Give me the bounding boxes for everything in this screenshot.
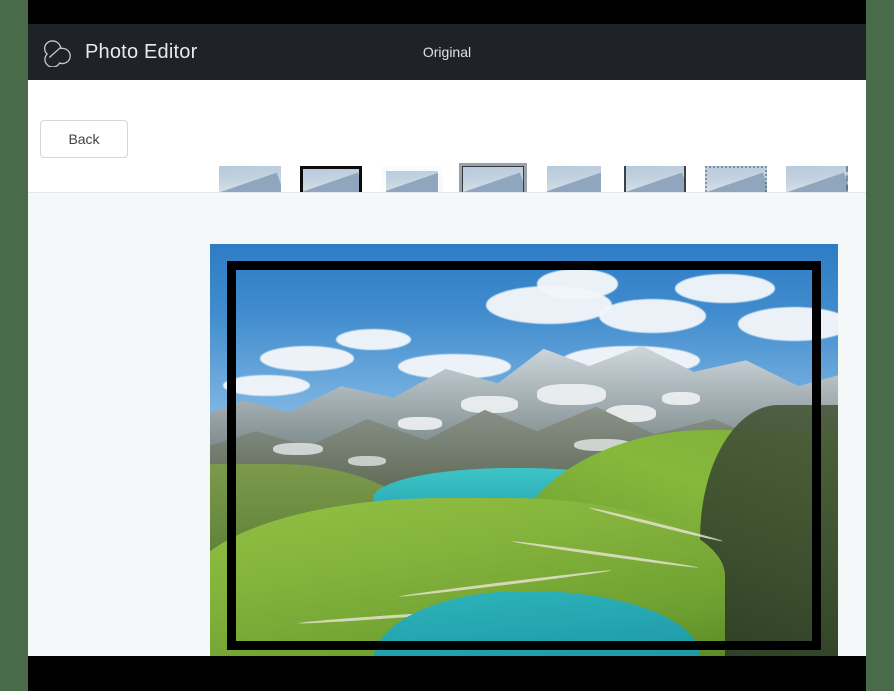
filter-thumb-preview xyxy=(458,163,527,192)
snow-patch xyxy=(536,383,606,405)
cloud xyxy=(674,273,776,304)
filter-thumb-image xyxy=(623,166,686,192)
cloud xyxy=(260,345,355,371)
app-title: Photo Editor xyxy=(85,40,198,63)
filter-style-overlay xyxy=(299,166,362,192)
filter-thumb-preview xyxy=(704,166,767,192)
filter-thumb-preview xyxy=(785,166,848,192)
filter-thumb-lumen[interactable]: Lumen xyxy=(371,166,452,192)
filter-thumb-preview xyxy=(380,166,443,192)
filter-thumb-noir[interactable]: Noir xyxy=(452,163,533,192)
edited-photo xyxy=(210,244,838,656)
filter-style-overlay xyxy=(380,166,443,192)
filter-thumb-image xyxy=(299,166,362,192)
filter-thumb-more[interactable] xyxy=(857,166,866,192)
filter-thumb-rima[interactable]: Rima xyxy=(695,166,776,192)
filter-style-overlay xyxy=(623,166,686,192)
cloud xyxy=(536,269,619,299)
canvas-stage xyxy=(28,193,866,656)
filter-thumb-preview xyxy=(299,166,362,192)
cloud xyxy=(599,298,707,333)
filter-thumb-aura[interactable]: Aura xyxy=(209,166,290,192)
snow-patch xyxy=(461,396,518,414)
filter-style-overlay xyxy=(704,166,767,192)
photo-canvas[interactable] xyxy=(210,244,838,656)
filter-style-overlay xyxy=(542,166,605,192)
filter-style-overlay xyxy=(219,166,281,192)
photo-editor-window: Photo Editor Original Back AuraBordeLume… xyxy=(28,24,866,656)
filter-thumb-image xyxy=(542,166,605,192)
desktop-background: Photo Editor Original Back AuraBordeLume… xyxy=(0,0,894,691)
filter-thumb-stella[interactable]: Stella xyxy=(533,166,614,192)
title-bar: Photo Editor Original xyxy=(28,24,866,80)
filter-thumb-preview xyxy=(542,166,605,192)
filter-thumb-preview xyxy=(218,166,281,192)
filter-thumb-borde[interactable]: Borde xyxy=(290,166,371,192)
cloud xyxy=(335,328,411,350)
filter-thumb-image xyxy=(380,166,443,192)
filter-thumbnail-strip[interactable]: AuraBordeLumenNoirStellaNotteRimaVela xyxy=(204,136,866,192)
filter-toolbar: Back AuraBordeLumenNoirStellaNotteRimaVe… xyxy=(28,80,866,193)
back-button[interactable]: Back xyxy=(40,120,128,158)
snow-patch xyxy=(272,442,324,456)
filter-thumb-image xyxy=(704,166,767,192)
snow-patch xyxy=(348,455,386,467)
filter-thumb-notte[interactable]: Notte xyxy=(614,166,695,192)
filter-thumb-image xyxy=(461,166,524,192)
filter-thumb-image xyxy=(785,166,848,192)
creative-cloud-icon xyxy=(43,40,71,67)
filter-style-overlay xyxy=(786,166,848,192)
filter-thumb-vela[interactable]: Vela xyxy=(776,166,857,192)
snow-patch xyxy=(398,417,443,431)
filter-style-overlay xyxy=(461,166,524,192)
filter-thumb-image xyxy=(218,166,281,192)
filter-thumb-preview xyxy=(623,166,686,192)
snow-patch xyxy=(662,392,700,405)
